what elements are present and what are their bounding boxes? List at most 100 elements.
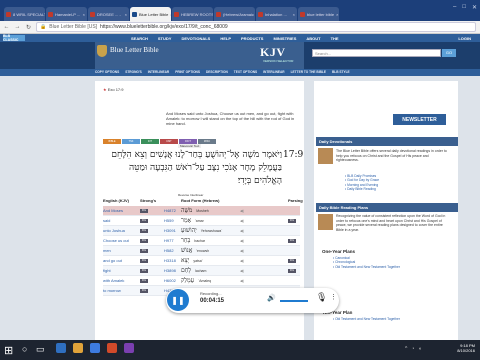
tag-button[interactable]: FIG (140, 228, 148, 233)
tab-close-icon[interactable]: × (83, 12, 85, 17)
browser-tab[interactable]: DROSEE ... - × (88, 7, 129, 21)
nav-item-products[interactable]: PRODUCTS (241, 36, 263, 41)
verse-reference[interactable]: ★ Exo 17:9 (103, 87, 124, 92)
nav-item-about[interactable]: ABOUT (306, 36, 320, 41)
strongs-number[interactable]: H3318 (164, 258, 181, 263)
parsing-button[interactable]: FIG (288, 238, 296, 243)
browser-tab[interactable]: Hamaniel-P ... × (46, 7, 87, 21)
browser-tab[interactable]: Inhalation ... × (256, 7, 297, 21)
file-explorer-icon[interactable] (73, 343, 83, 353)
english-word[interactable]: said (103, 218, 140, 223)
strongs-number[interactable]: H559 (164, 218, 181, 223)
browser-tab[interactable]: (Hebrew/Aramaic× (214, 7, 255, 21)
network-icon[interactable]: ◔ (411, 346, 414, 352)
task-view-icon[interactable]: ▭ (36, 344, 45, 355)
volume-slider[interactable] (280, 300, 308, 302)
tag-button[interactable]: FIG (140, 208, 148, 213)
start-icon[interactable]: ⊞ (4, 344, 13, 357)
tool-tab[interactable]: CMT (160, 139, 178, 144)
english-word[interactable]: unto Joshua (103, 228, 140, 233)
list-item[interactable]: • Old Testament and New Testament Togeth… (333, 265, 400, 269)
pronunciation-icon[interactable]: ◀) (240, 229, 288, 233)
back-icon[interactable]: ← (3, 24, 10, 30)
close-icon[interactable]: ✕ (472, 4, 477, 11)
pronunciation-icon[interactable]: ◀) (240, 249, 288, 253)
chevron-up-icon[interactable]: ^ (405, 346, 407, 352)
chrome-icon[interactable] (107, 343, 117, 353)
nav-item-study[interactable]: STUDY (158, 36, 172, 41)
english-word[interactable]: men (103, 248, 140, 253)
blb-logo-icon[interactable] (97, 45, 107, 57)
toolbar-item[interactable]: LETTER TO THE BIBLE (291, 70, 326, 74)
newsletter-button[interactable]: NEWSLETTER (393, 114, 446, 125)
table-row[interactable]: men FIG H582 אֱנוֹשׁ'enowsh ◀) (103, 246, 300, 256)
site-logo[interactable]: Blue Letter Bible (110, 46, 159, 54)
login-link[interactable]: LOGIN (458, 36, 471, 41)
tag-button[interactable]: FIG (140, 218, 148, 223)
speaker-icon[interactable]: ◖ (418, 346, 421, 352)
store-icon[interactable] (90, 343, 100, 353)
nav-item-the[interactable]: THE (331, 36, 339, 41)
blb-classic-button[interactable]: BLB CLASSIC (3, 34, 25, 42)
toolbar-item[interactable]: COPY OPTIONS (95, 70, 119, 74)
toolbar-item[interactable]: TEXT OPTIONS (234, 70, 257, 74)
more-options-icon[interactable]: ⋮ (330, 293, 337, 301)
minimize-icon[interactable]: – (453, 4, 456, 11)
parsing-button[interactable]: FIG (288, 258, 296, 263)
nav-item-devotionals[interactable]: DEVOTIONALS (181, 36, 210, 41)
strongs-number[interactable]: H977 (164, 238, 181, 243)
pronunciation-icon[interactable]: ◀) (240, 269, 288, 273)
app-icon[interactable] (124, 343, 134, 353)
table-row[interactable]: unto Joshua FIG H3091 יְהוֹשׁוּעַ Yehowshuwa… (103, 226, 300, 236)
pronunciation-icon[interactable]: ◀) (240, 219, 288, 223)
toolbar-item[interactable]: PRINT OPTIONS (175, 70, 200, 74)
strongs-number[interactable]: H582 (164, 248, 181, 253)
tag-button[interactable]: FIG (140, 288, 148, 293)
browser-tab[interactable]: Blue Letter Bible× (130, 7, 171, 21)
clock[interactable]: 9:18 PM 8/10/2016 (457, 343, 475, 353)
site-search-button[interactable]: GO (442, 49, 456, 57)
table-row[interactable]: with Amalek FIG H6002 עֲמָלֵק `Amaleq ◀) (103, 276, 300, 286)
reload-icon[interactable]: ↻ (25, 24, 32, 31)
pronunciation-icon[interactable]: ◀) (240, 279, 288, 283)
toolbar-item[interactable]: INTERLINEAR (148, 70, 169, 74)
version-label[interactable]: KJV (260, 45, 286, 60)
table-row[interactable]: and go out FIG H3318 יָצָא yatsa' ◀) FIG (103, 256, 300, 266)
parsing-button[interactable]: FIG (288, 218, 296, 223)
tool-tab[interactable]: BIBLE (103, 139, 121, 144)
strongs-number[interactable]: H3091 (164, 228, 181, 233)
nav-item-ministries[interactable]: MINISTRIES (273, 36, 296, 41)
tag-button[interactable]: FIG (140, 248, 148, 253)
toolbar-item[interactable]: BLB STYLE (332, 70, 350, 74)
tab-close-icon[interactable]: × (170, 12, 171, 17)
toolbar-item[interactable]: STRONG'S (125, 70, 142, 74)
table-row[interactable]: said FIG H559 אָמַר'amar ◀) FIG (103, 216, 300, 226)
english-word[interactable]: to morrow (103, 288, 140, 293)
site-search-input[interactable]: Search... (312, 49, 441, 57)
browser-tab[interactable]: 8 WRIL SPECIALTY× (4, 7, 45, 21)
list-item[interactable]: • Daily Bible Reading (345, 187, 379, 191)
pronunciation-icon[interactable]: ◀) (240, 259, 288, 263)
table-row[interactable]: Choose us out FIG H977 בָּחַר bachar ◀) FIG (103, 236, 300, 246)
tab-close-icon[interactable]: × (125, 12, 127, 17)
strongs-number[interactable]: H6002 (164, 278, 181, 283)
list-item[interactable]: • Old Testament and New Testament Togeth… (333, 317, 400, 321)
tab-close-icon[interactable]: × (336, 12, 338, 17)
edge-icon[interactable] (56, 343, 66, 353)
volume-icon[interactable]: 🔊 (267, 294, 276, 302)
nav-item-search[interactable]: SEARCH (131, 36, 148, 41)
tag-button[interactable]: FIG (140, 258, 148, 263)
table-row[interactable]: And Moses FIG H4872 מֹשֶׁה Mosheh ◀) (103, 206, 300, 216)
toolbar-item[interactable]: DESCRIPTION (206, 70, 228, 74)
microphone-icon[interactable]: 🎙 (316, 292, 327, 303)
english-word[interactable]: and go out (103, 258, 140, 263)
search-icon[interactable]: ○ (22, 344, 27, 354)
pause-button[interactable]: ❚❚ (167, 289, 189, 311)
browser-tab[interactable]: HEBREW ROOTS × (172, 7, 213, 21)
nav-item-help[interactable]: HELP (220, 36, 231, 41)
english-word[interactable]: fight (103, 268, 140, 273)
forward-icon[interactable]: → (14, 24, 21, 30)
strongs-number[interactable]: H3898 (164, 268, 181, 273)
browser-tab[interactable]: blue letter bible × (298, 7, 339, 21)
tool-tab[interactable]: INT (141, 139, 159, 144)
